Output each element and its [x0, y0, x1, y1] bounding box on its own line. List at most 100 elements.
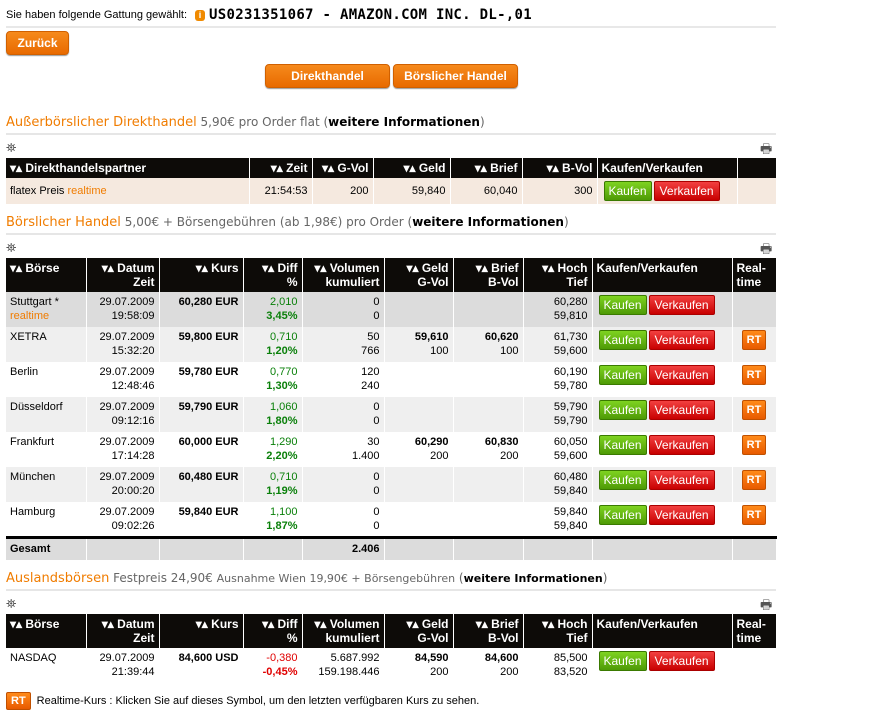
realtime-quote-button[interactable]: RT: [741, 330, 767, 350]
realtime-quote-button[interactable]: RT: [741, 505, 767, 525]
volume: 0: [373, 296, 380, 308]
table-row: NASDAQ 29.07.2009 21:39:44 84,600 USD -0,380…: [6, 648, 777, 683]
sort-icon[interactable]: ▾▴: [262, 261, 274, 275]
realtime-quote-button[interactable]: RT: [741, 400, 767, 420]
column-header[interactable]: ▾▴ Diff%: [243, 614, 303, 648]
sort-icon[interactable]: ▾▴: [262, 617, 274, 631]
sort-icon[interactable]: ▾▴: [542, 261, 554, 275]
buy-button[interactable]: Kaufen: [598, 470, 647, 490]
sell-button[interactable]: Verkaufen: [648, 470, 715, 490]
sort-icon[interactable]: ▾▴: [196, 617, 208, 631]
column-header[interactable]: ▾▴ Geld: [373, 158, 451, 178]
column-header[interactable]: ▾▴ G-Vol: [312, 158, 374, 178]
sell-button[interactable]: Verkaufen: [653, 181, 720, 201]
sell-button[interactable]: Verkaufen: [648, 651, 715, 671]
column-header[interactable]: ▾▴ Brief: [450, 158, 523, 178]
column-label: Brief: [491, 261, 519, 275]
column-label: Geld: [418, 161, 446, 175]
buy-button[interactable]: Kaufen: [598, 435, 647, 455]
buy-button[interactable]: Kaufen: [598, 295, 647, 315]
total-label: Gesamt: [10, 543, 51, 555]
column-header[interactable]: ▾▴ Volumen kumuliert: [302, 258, 385, 292]
column-label: Diff: [277, 261, 298, 275]
sell-button[interactable]: Verkaufen: [648, 365, 715, 385]
column-header[interactable]: ▾▴ Datum Zeit: [86, 258, 160, 292]
sell-button[interactable]: Verkaufen: [648, 435, 715, 455]
sort-icon[interactable]: ▾▴: [10, 617, 22, 631]
column-header[interactable]: ▾▴ Brief B-Vol: [453, 258, 524, 292]
column-header[interactable]: ▾▴ Volumen kumuliert: [302, 614, 385, 648]
bid-volume: 200: [430, 666, 449, 678]
filter-binoculars-icon[interactable]: ⛯: [6, 240, 16, 256]
column-header[interactable]: ▾▴ Hoch Tief: [523, 614, 593, 648]
direct-more-info-link[interactable]: weitere Informationen: [328, 115, 480, 129]
sort-icon[interactable]: ▾▴: [547, 161, 559, 175]
column-label: Zeit: [286, 161, 308, 175]
column-header[interactable]: ▾▴ Geld G-Vol: [384, 614, 454, 648]
sort-icon[interactable]: ▾▴: [542, 617, 554, 631]
column-header[interactable]: ▾▴ Börse: [6, 614, 87, 648]
exchange-more-info-link[interactable]: weitere Informationen: [412, 215, 564, 229]
sort-icon[interactable]: ▾▴: [314, 617, 326, 631]
column-sublabel: time: [736, 631, 762, 645]
sort-icon[interactable]: ▾▴: [403, 161, 415, 175]
sell-button[interactable]: Verkaufen: [648, 400, 715, 420]
buy-button[interactable]: Kaufen: [603, 181, 652, 201]
high: 60,480: [553, 471, 588, 483]
direct-trading-button[interactable]: Direkthandel: [265, 64, 390, 88]
realtime-quote-button[interactable]: RT: [741, 435, 767, 455]
exchange-trading-button[interactable]: Börslicher Handel: [393, 64, 518, 88]
buy-button[interactable]: Kaufen: [598, 330, 647, 350]
column-header[interactable]: ▾▴ B-Vol: [522, 158, 598, 178]
buy-button[interactable]: Kaufen: [598, 651, 647, 671]
realtime-link[interactable]: realtime: [10, 310, 49, 322]
foreign-fee: Festpreis 24,90€: [113, 571, 213, 585]
info-icon[interactable]: i: [195, 9, 206, 21]
sort-icon[interactable]: ▾▴: [314, 261, 326, 275]
table-header: ▾▴ Börse ▾▴ Datum Zeit ▾▴ Kurs ▾▴ Diff% ▾▴ Vo…: [6, 258, 777, 292]
sort-icon[interactable]: ▾▴: [476, 617, 488, 631]
low: 59,840: [553, 485, 588, 497]
back-button[interactable]: Zurück: [6, 31, 69, 55]
realtime-quote-button[interactable]: RT: [741, 365, 767, 385]
sort-icon[interactable]: ▾▴: [196, 261, 208, 275]
column-header[interactable]: ▾▴ Direkthandelspartner: [6, 158, 250, 178]
buy-button[interactable]: Kaufen: [598, 365, 647, 385]
sort-icon[interactable]: ▾▴: [10, 161, 22, 175]
diff-percent: 1,87%: [266, 520, 298, 532]
sort-icon[interactable]: ▾▴: [475, 161, 487, 175]
realtime-quote-button[interactable]: RT: [741, 470, 767, 490]
sort-icon[interactable]: ▾▴: [271, 161, 283, 175]
column-header[interactable]: ▾▴ Geld G-Vol: [384, 258, 454, 292]
column-header[interactable]: ▾▴ Zeit: [249, 158, 313, 178]
sort-icon[interactable]: ▾▴: [10, 261, 22, 275]
column-header[interactable]: ▾▴ Datum Zeit: [86, 614, 160, 648]
table-row: Hamburg 29.07.2009 09:02:26 59,840 EUR 1,100…: [6, 502, 777, 538]
column-header[interactable]: ▾▴ Kurs: [159, 614, 244, 648]
column-header[interactable]: ▾▴ Börse: [6, 258, 87, 292]
sort-icon[interactable]: ▾▴: [102, 261, 114, 275]
sell-button[interactable]: Verkaufen: [648, 295, 715, 315]
sort-icon[interactable]: ▾▴: [406, 617, 418, 631]
column-header[interactable]: ▾▴ Brief B-Vol: [453, 614, 524, 648]
realtime-link[interactable]: realtime: [67, 185, 106, 197]
buy-button[interactable]: Kaufen: [598, 505, 647, 525]
sort-icon[interactable]: ▾▴: [476, 261, 488, 275]
sort-icon[interactable]: ▾▴: [322, 161, 334, 175]
filter-binoculars-icon[interactable]: ⛯: [6, 140, 16, 156]
sort-icon[interactable]: ▾▴: [406, 261, 418, 275]
sell-button[interactable]: Verkaufen: [648, 505, 715, 525]
ask: 60,620: [484, 331, 519, 343]
sell-button[interactable]: Verkaufen: [648, 330, 715, 350]
column-header[interactable]: ▾▴ Kurs: [159, 258, 244, 292]
filter-binoculars-icon[interactable]: ⛯: [6, 596, 16, 612]
column-header[interactable]: ▾▴ Hoch Tief: [523, 258, 593, 292]
realtime-icon[interactable]: RT: [6, 692, 31, 710]
sort-icon[interactable]: ▾▴: [102, 617, 114, 631]
price: 84,600 USD: [178, 652, 239, 664]
ask: 84,600: [484, 652, 519, 664]
buy-button[interactable]: Kaufen: [598, 400, 647, 420]
foreign-more-info-link[interactable]: weitere Informationen: [464, 572, 603, 585]
exchange-name: Stuttgart *: [10, 296, 59, 308]
column-header[interactable]: ▾▴ Diff%: [243, 258, 303, 292]
